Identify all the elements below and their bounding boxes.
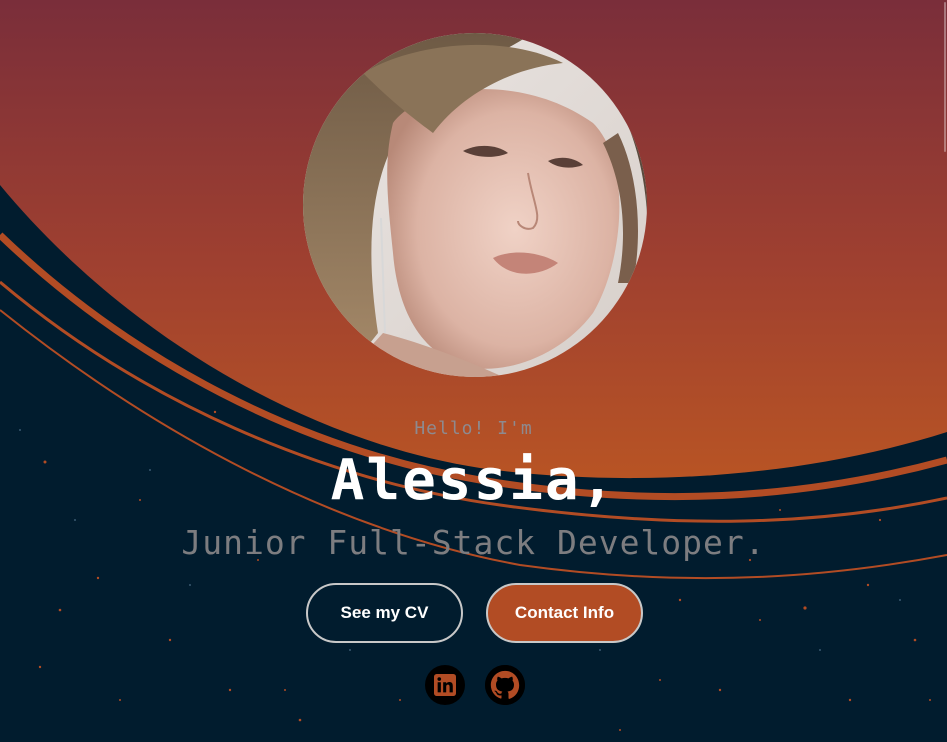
hero-role: Junior Full-Stack Developer.: [181, 523, 766, 562]
github-icon: [485, 665, 525, 705]
hero-name: Alessia,: [330, 448, 617, 513]
avatar: [303, 33, 647, 377]
profile-photo: [303, 33, 647, 377]
linkedin-icon: [434, 674, 456, 696]
see-cv-label: See my CV: [340, 603, 429, 622]
contact-info-label: Contact Info: [514, 603, 615, 622]
linkedin-link[interactable]: [425, 665, 465, 705]
scrollbar[interactable]: [943, 0, 947, 742]
github-link[interactable]: [485, 665, 525, 705]
see-cv-button[interactable]: See my CV: [306, 583, 463, 643]
contact-info-button[interactable]: Contact Info: [486, 583, 643, 643]
greeting-text: Hello! I'm: [414, 418, 533, 439]
scrollbar-thumb[interactable]: [944, 2, 946, 152]
